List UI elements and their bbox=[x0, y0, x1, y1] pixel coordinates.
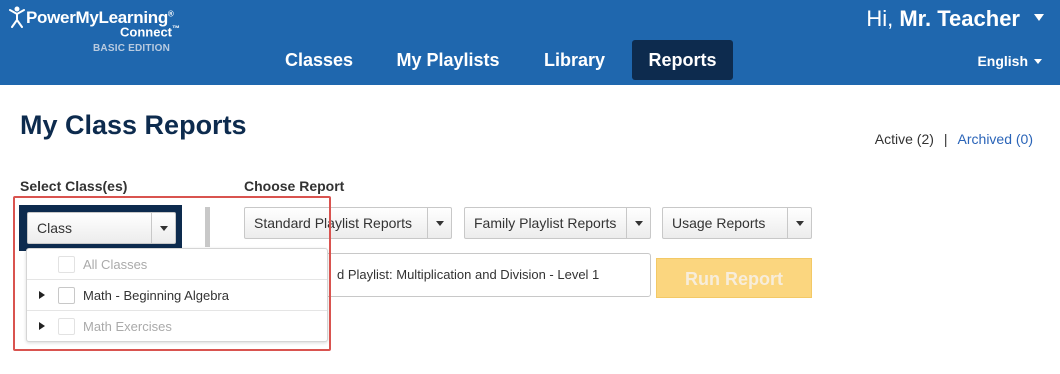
family-playlist-reports-select[interactable]: Family Playlist Reports bbox=[464, 207, 651, 239]
nav-my-playlists[interactable]: My Playlists bbox=[381, 40, 515, 80]
choose-report-label: Choose Report bbox=[244, 178, 345, 194]
chevron-down-icon[interactable] bbox=[626, 208, 650, 238]
brand-product: Connect™ bbox=[120, 24, 180, 40]
select-value: Family Playlist Reports bbox=[474, 215, 617, 231]
nav-classes[interactable]: Classes bbox=[272, 40, 366, 80]
select-value: Usage Reports bbox=[672, 215, 766, 231]
select-classes-label: Select Class(es) bbox=[20, 178, 128, 194]
playlist-value: d Playlist: Multiplication and Division … bbox=[337, 267, 600, 282]
jumping-figure-icon bbox=[9, 6, 25, 28]
nav-library[interactable]: Library bbox=[530, 40, 619, 80]
caret-down-icon[interactable] bbox=[1034, 59, 1042, 64]
nav-reports[interactable]: Reports bbox=[632, 40, 733, 80]
playlist-select[interactable]: d Playlist: Multiplication and Division … bbox=[300, 253, 651, 297]
usage-reports-select[interactable]: Usage Reports bbox=[662, 207, 812, 239]
archived-classes-link[interactable]: Archived (0) bbox=[958, 131, 1033, 147]
page-title: My Class Reports bbox=[20, 110, 247, 140]
top-header: PowerMyLearning® Connect™ BASIC EDITION … bbox=[0, 0, 1060, 85]
user-greeting[interactable]: Hi, Mr. Teacher bbox=[866, 6, 1020, 32]
chevron-down-icon[interactable] bbox=[787, 208, 811, 238]
caret-down-icon[interactable] bbox=[1034, 14, 1044, 21]
separator: | bbox=[943, 131, 948, 147]
active-classes-link[interactable]: Active (2) bbox=[875, 131, 934, 147]
language-select[interactable]: English bbox=[977, 53, 1028, 69]
run-report-button[interactable]: Run Report bbox=[656, 258, 812, 298]
chevron-down-icon[interactable] bbox=[427, 208, 451, 238]
brand-edition: BASIC EDITION bbox=[93, 43, 171, 54]
class-status-filter: Active (2) | Archived (0) bbox=[875, 131, 1033, 147]
highlight-box bbox=[13, 196, 331, 351]
brand-logo[interactable]: PowerMyLearning® Connect™ BASIC EDITION bbox=[8, 6, 198, 66]
